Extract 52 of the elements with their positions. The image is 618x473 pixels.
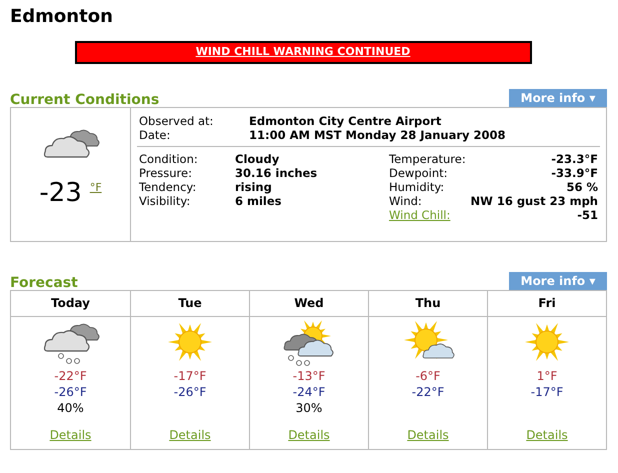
- field-value: Edmonton City Centre Airport: [249, 114, 442, 128]
- field-label: Visibility:: [139, 194, 192, 208]
- high-temperature: -6°F: [416, 368, 440, 384]
- field-value: -51: [577, 208, 598, 222]
- warning-link[interactable]: WIND CHILL WARNING CONTINUED: [196, 44, 410, 60]
- day-label: Today: [51, 295, 90, 312]
- day-label: Fri: [538, 295, 556, 312]
- low-temperature: -26°F: [54, 384, 87, 400]
- field-value: 56 %: [566, 180, 598, 194]
- field-value: rising: [235, 180, 272, 194]
- precipitation-chance: 40%: [57, 400, 84, 414]
- more-info-button[interactable]: More info ▾: [509, 272, 607, 290]
- field-label: Date:: [139, 128, 172, 142]
- unit-link[interactable]: °F: [90, 180, 102, 196]
- field-value: -33.9°F: [551, 166, 598, 180]
- details-link[interactable]: Details: [288, 426, 330, 444]
- details-link[interactable]: Details: [526, 426, 568, 444]
- details-link[interactable]: Details: [407, 426, 449, 444]
- day-label: Thu: [415, 295, 441, 312]
- more-info-button[interactable]: More info ▾: [509, 88, 607, 106]
- field-value: NW 16 gust 23 mph: [470, 194, 598, 208]
- field-label: Condition:: [139, 152, 199, 166]
- field-value: 30.16 inches: [235, 166, 318, 180]
- details-link[interactable]: Details: [50, 426, 92, 444]
- high-temperature: 1°F: [536, 368, 558, 384]
- low-temperature: -24°F: [292, 384, 326, 400]
- current-temperature: -23: [39, 180, 82, 206]
- field-value: 6 miles: [235, 194, 282, 208]
- day-label: Tue: [178, 295, 202, 312]
- city-title: Edmonton: [10, 6, 114, 28]
- precipitation-chance: 30%: [296, 400, 322, 414]
- low-temperature: -22°F: [412, 384, 444, 400]
- field-label: Humidity:: [389, 180, 444, 194]
- high-temperature: -13°F: [292, 368, 326, 384]
- field-value: -23.3°F: [551, 152, 598, 166]
- details-link[interactable]: Details: [169, 426, 211, 444]
- high-temperature: -17°F: [174, 368, 206, 384]
- field-link[interactable]: Wind Chill:: [389, 208, 450, 222]
- low-temperature: -17°F: [530, 384, 564, 400]
- field-label: Temperature:: [389, 152, 466, 166]
- section-heading: Forecast: [10, 276, 78, 290]
- field-label: Wind:: [389, 194, 422, 208]
- field-value: Cloudy: [235, 152, 280, 166]
- section-heading: Current Conditions: [10, 92, 160, 106]
- field-label: Tendency:: [139, 180, 198, 194]
- field-label: Pressure:: [139, 166, 193, 180]
- low-temperature: -26°F: [174, 384, 206, 400]
- field-label: Dewpoint:: [389, 166, 448, 180]
- field-label: Observed at:: [139, 114, 214, 128]
- day-label: Wed: [294, 295, 324, 312]
- high-temperature: -22°F: [54, 368, 87, 384]
- field-value: 11:00 AM MST Monday 28 January 2008: [249, 128, 506, 142]
